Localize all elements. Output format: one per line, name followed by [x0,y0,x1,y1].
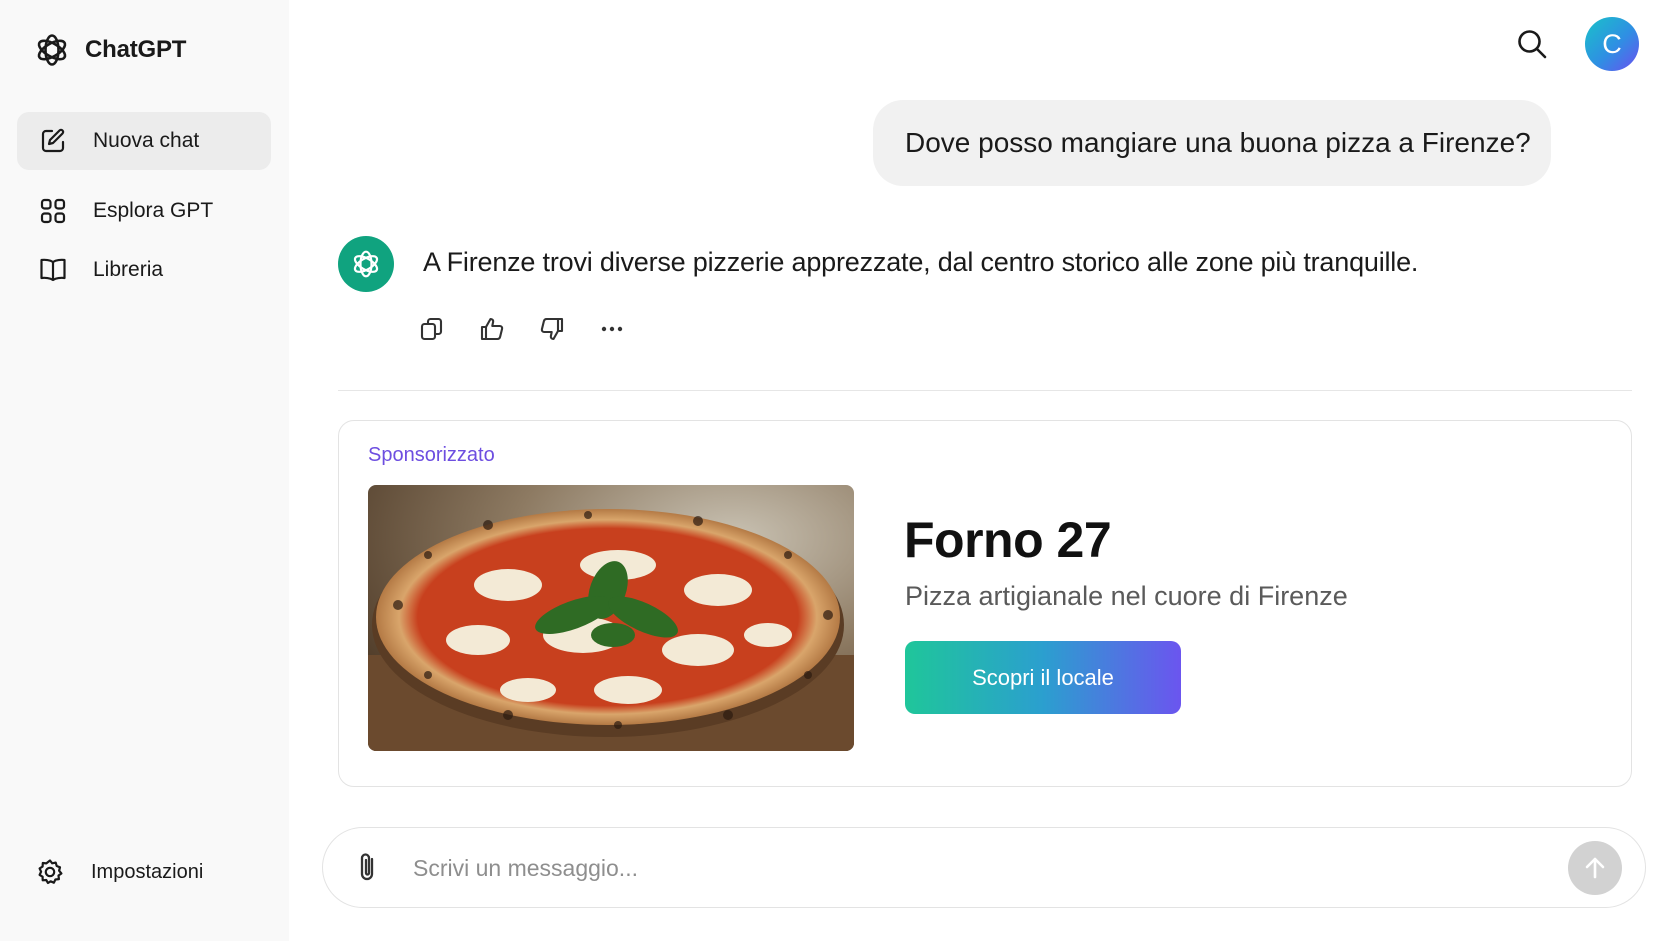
copy-button[interactable] [415,312,449,346]
attach-button[interactable] [351,850,385,886]
brand-name: ChatGPT [85,36,187,63]
assistant-avatar [338,236,394,292]
sponsored-label: Sponsorizzato [368,444,495,466]
brand[interactable]: ChatGPT [32,28,186,72]
sponsored-card[interactable]: Sponsorizzato Forno 27 Pizza artigianale… [338,420,1632,787]
sidebar: ChatGPT Nuova chat Esplora GPT Libreria … [0,0,289,941]
more-options-button[interactable] [595,312,629,346]
avatar[interactable]: C [1585,17,1639,71]
settings-button[interactable]: Impostazioni [36,858,203,886]
user-message-bubble: Dove posso mangiare una buona pizza a Fi… [873,100,1551,186]
edit-icon [38,126,68,156]
ad-subtitle: Pizza artigianale nel cuore di Firenze [905,581,1348,611]
search-icon [1515,27,1549,61]
search-button[interactable] [1515,27,1549,61]
sidebar-item-label: Esplora GPT [93,199,214,222]
thumbs-down-button[interactable] [535,312,569,346]
openai-logo-icon [349,247,383,281]
paperclip-icon [351,850,385,886]
divider [338,390,1632,391]
sidebar-item-label: Libreria [93,258,164,281]
grid-icon [38,196,68,226]
assistant-message: A Firenze trovi diverse pizzerie apprezz… [423,247,1419,277]
pizza-image[interactable] [368,485,854,751]
arrow-up-icon [1582,855,1608,881]
composer [322,827,1646,908]
thumbs-up-button[interactable] [475,312,509,346]
ad-title: Forno 27 [904,512,1112,568]
sidebar-item-nuova-chat[interactable]: Nuova chat [17,112,271,170]
copy-icon [419,316,445,342]
sidebar-item-label: Nuova chat [93,129,200,152]
message-input[interactable] [413,848,1513,888]
more-icon [599,316,625,342]
send-button[interactable] [1568,841,1622,895]
thumbs-up-icon [479,316,505,342]
openai-logo-icon [32,30,72,70]
thumbs-down-icon [539,316,565,342]
cta-button[interactable]: Scopri il locale [905,641,1181,714]
gear-icon [36,858,64,886]
settings-label: Impostazioni [91,860,204,883]
book-icon [38,255,68,285]
sidebar-item-libreria[interactable]: Libreria [17,241,271,299]
sidebar-item-esplora-gpt[interactable]: Esplora GPT [17,182,271,240]
